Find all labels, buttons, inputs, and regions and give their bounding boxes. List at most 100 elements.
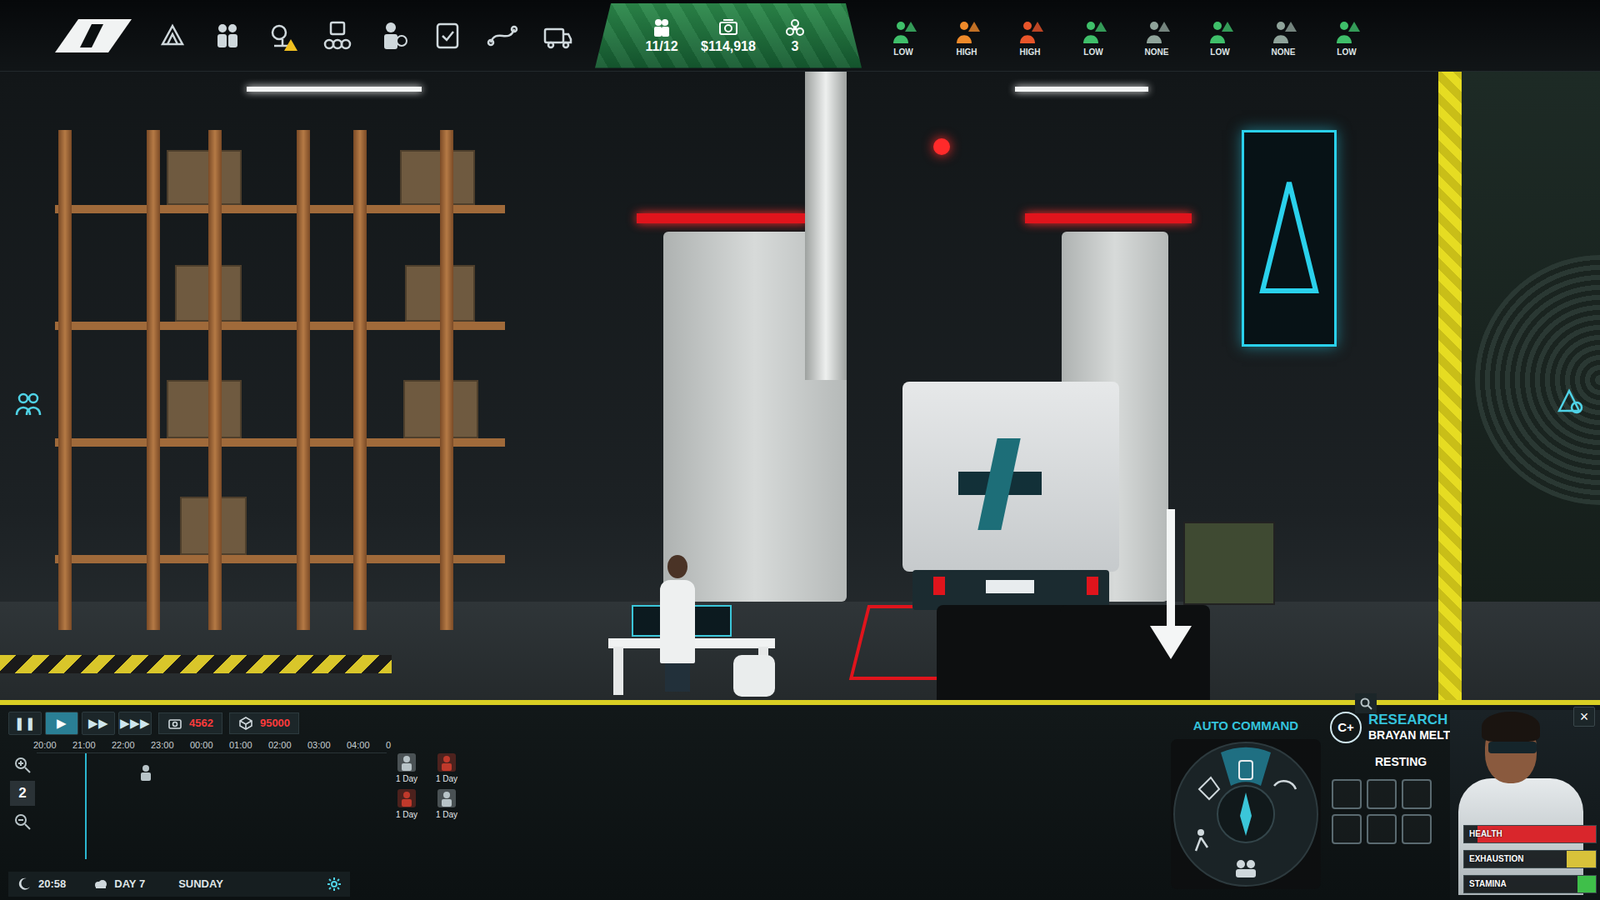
speed-button[interactable]: ▶▶▶ bbox=[118, 711, 152, 735]
vehicle-icon[interactable] bbox=[531, 10, 584, 62]
vital-meters: HEALTHEXHAUSTIONSTAMINA bbox=[1463, 825, 1597, 894]
schedule-list: 1 Day1 Day1 Day1 Day bbox=[386, 752, 467, 873]
equipment-slot[interactable] bbox=[1331, 814, 1362, 845]
character-portrait[interactable]: HEALTHEXHAUSTIONSTAMINA bbox=[1450, 710, 1600, 900]
threat-icon bbox=[1190, 18, 1250, 47]
threat-indicator[interactable]: LOW bbox=[873, 13, 934, 58]
hazard-icon bbox=[766, 16, 824, 39]
finance-icon[interactable] bbox=[366, 10, 419, 62]
base-room-view[interactable] bbox=[0, 71, 1600, 705]
portrait-glasses bbox=[1488, 741, 1537, 754]
floor bbox=[0, 601, 1600, 705]
schedule-duration: 1 Day bbox=[386, 808, 427, 821]
hour-label: 22:00 bbox=[111, 738, 151, 753]
resource-stat: 11/12 bbox=[628, 13, 695, 58]
schedule-item[interactable]: 1 Day bbox=[386, 788, 427, 821]
population-icon bbox=[633, 16, 690, 39]
threat-indicator[interactable]: LOW bbox=[1190, 13, 1250, 58]
speed-button[interactable]: ❚❚ bbox=[8, 711, 42, 735]
zoom-controls: 2 bbox=[8, 752, 37, 873]
warning-light-bar bbox=[1025, 213, 1192, 224]
current-time-marker bbox=[85, 753, 87, 860]
threat-level: NONE bbox=[1126, 46, 1187, 58]
equipment-slot[interactable] bbox=[1401, 779, 1432, 810]
staff-icon[interactable] bbox=[201, 10, 254, 62]
settings-gear-icon[interactable] bbox=[326, 876, 342, 892]
cost-chip: 4562 bbox=[158, 712, 223, 735]
search-icon[interactable] bbox=[1355, 693, 1377, 714]
threat-indicator[interactable]: LOW bbox=[1316, 13, 1377, 58]
staff-list-icon[interactable] bbox=[8, 384, 49, 425]
zoom-out-icon[interactable] bbox=[10, 809, 35, 835]
tool-menu bbox=[146, 10, 584, 62]
hour-label: 23:00 bbox=[150, 738, 190, 753]
placement-arrow bbox=[1166, 509, 1175, 635]
shelf-board bbox=[55, 438, 505, 447]
production-icon[interactable] bbox=[311, 10, 364, 62]
hour-label: 02:00 bbox=[268, 738, 308, 753]
zoom-in-icon[interactable] bbox=[10, 752, 35, 778]
threat-level: LOW bbox=[873, 46, 934, 58]
logistics-icon[interactable] bbox=[476, 10, 529, 62]
command-wheel[interactable] bbox=[1170, 739, 1321, 890]
schedule-duration: 1 Day bbox=[426, 772, 467, 785]
schedule-item[interactable]: 1 Day bbox=[426, 752, 467, 785]
room-frame bbox=[1438, 71, 1462, 705]
portrait-hair bbox=[1481, 711, 1540, 742]
shelf-post bbox=[58, 130, 72, 630]
cost-chip: 95000 bbox=[229, 712, 300, 735]
hour-label: 20:00 bbox=[33, 738, 73, 753]
auto-command-label[interactable]: AUTO COMMAND bbox=[1193, 716, 1299, 736]
ceiling-light bbox=[246, 86, 422, 92]
shelf-board bbox=[55, 555, 505, 564]
build-icon[interactable] bbox=[146, 10, 199, 62]
researcher-character[interactable] bbox=[660, 580, 695, 664]
game-logo-icon[interactable] bbox=[53, 17, 134, 55]
equipment-slot[interactable] bbox=[1366, 779, 1397, 810]
threat-level: LOW bbox=[1063, 46, 1124, 58]
resource-panel: 11/12$114,9183 bbox=[595, 3, 862, 69]
threat-indicators: LOWHIGHHIGHLOWNONELOWNONELOW bbox=[873, 13, 1377, 58]
timeline-track[interactable] bbox=[36, 752, 387, 860]
research-icon[interactable] bbox=[256, 10, 309, 62]
tail-light bbox=[933, 576, 945, 595]
equipment-slot[interactable] bbox=[1331, 779, 1362, 810]
vital-meter: EXHAUSTION bbox=[1463, 850, 1597, 869]
room-settings-icon[interactable] bbox=[1550, 381, 1590, 422]
equipment-slot[interactable] bbox=[1401, 814, 1432, 845]
storage-crate bbox=[166, 150, 242, 205]
cost-value: 4562 bbox=[189, 715, 214, 732]
task-icon[interactable] bbox=[136, 763, 155, 782]
clock-day: DAY 7 bbox=[92, 875, 145, 893]
command-panel: AUTO COMMAND bbox=[1166, 705, 1325, 900]
clock-bar: 20:58DAY 7SUNDAY bbox=[8, 871, 350, 897]
threat-indicator[interactable]: NONE bbox=[1253, 13, 1314, 58]
missions-icon[interactable] bbox=[421, 10, 474, 62]
speed-button[interactable]: ▶▶ bbox=[81, 711, 115, 735]
threat-icon bbox=[1063, 18, 1124, 47]
close-button[interactable]: × bbox=[1573, 706, 1595, 727]
time-controls: ❚❚▶▶▶▶▶▶456295000 bbox=[8, 711, 467, 735]
speed-button[interactable]: ▶ bbox=[45, 711, 79, 735]
threat-indicator[interactable]: LOW bbox=[1063, 13, 1124, 58]
threat-level: LOW bbox=[1316, 46, 1377, 58]
hazard-stripe bbox=[0, 655, 392, 674]
ceiling-pipe bbox=[805, 71, 847, 380]
hour-axis: 20:0021:0022:0023:0000:0001:0002:0003:00… bbox=[8, 738, 467, 753]
schedule-item[interactable]: 1 Day bbox=[426, 788, 467, 821]
threat-indicator[interactable]: HIGH bbox=[1000, 13, 1060, 58]
ceiling-light bbox=[1015, 86, 1149, 92]
moon-icon bbox=[16, 876, 32, 892]
shelf-post bbox=[146, 130, 160, 630]
schedule-icon bbox=[386, 752, 427, 773]
schedule-item[interactable]: 1 Day bbox=[386, 752, 427, 785]
threat-indicator[interactable]: HIGH bbox=[936, 13, 997, 58]
threat-indicator[interactable]: NONE bbox=[1126, 13, 1187, 58]
meter-label: STAMINA bbox=[1464, 875, 1596, 893]
hour-label: 03:00 bbox=[307, 738, 347, 753]
resource-stat: 3 bbox=[761, 13, 829, 58]
weekday-text: SUNDAY bbox=[178, 875, 224, 893]
tail-light bbox=[1086, 576, 1099, 595]
placement-arrow-head bbox=[1150, 625, 1192, 660]
equipment-slot[interactable] bbox=[1366, 814, 1397, 845]
